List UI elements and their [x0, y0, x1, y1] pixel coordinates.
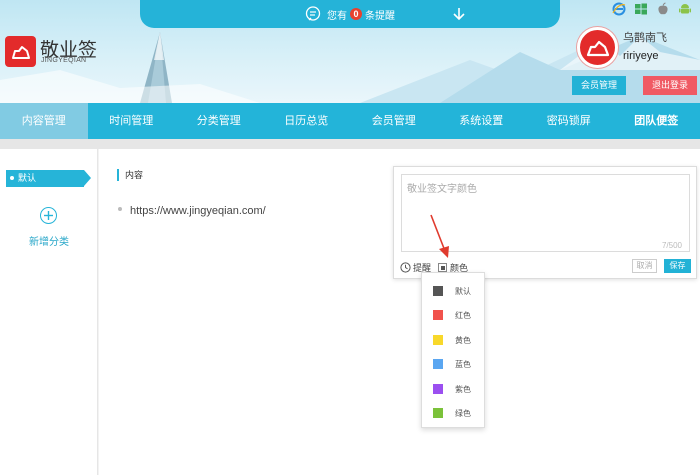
- tab-system-settings[interactable]: 系统设置: [438, 103, 526, 139]
- brand-logo-icon: [11, 45, 30, 59]
- nav-divider: [0, 139, 700, 149]
- list-bullet: [118, 207, 122, 211]
- add-category-link[interactable]: 新增分类: [29, 233, 69, 248]
- avatar-logo-icon: [586, 40, 609, 56]
- avatar[interactable]: [577, 27, 618, 68]
- color-swatch: [433, 286, 443, 296]
- color-square-icon: [438, 263, 447, 272]
- sidebar-item-default[interactable]: 默认: [6, 170, 91, 187]
- annotation-arrow-icon: [430, 214, 449, 258]
- member-management-button[interactable]: 会员管理: [572, 76, 626, 95]
- save-button[interactable]: 保存: [664, 259, 691, 273]
- apple-icon[interactable]: [656, 2, 670, 16]
- list-item[interactable]: https://www.jingyeqian.com/: [130, 205, 266, 217]
- color-option-purple[interactable]: 紫色: [422, 379, 486, 399]
- color-swatch: [433, 408, 443, 418]
- color-swatch: [433, 310, 443, 320]
- tab-calendar-overview[interactable]: 日历总览: [263, 103, 351, 139]
- chat-bubble-icon: [305, 6, 321, 21]
- user-nickname: 乌鹊南飞: [623, 32, 667, 44]
- header: 敬业签 JINGYEQIAN 您有 0 条提醒 乌鹊南飞 ririyeye 会员…: [0, 0, 700, 103]
- clock-icon: [400, 262, 411, 273]
- tab-team-notes[interactable]: 团队便签: [613, 103, 700, 139]
- color-option-default[interactable]: 默认: [422, 281, 486, 301]
- color-option-label: 黄色: [455, 335, 471, 345]
- color-swatch: [433, 384, 443, 394]
- tab-password-lock[interactable]: 密码锁屏: [525, 103, 613, 139]
- color-swatch: [433, 335, 443, 345]
- reminder-notice-bar[interactable]: 您有 0 条提醒: [140, 0, 560, 28]
- notice-suffix: 条提醒: [365, 10, 395, 22]
- color-option-label: 紫色: [455, 384, 471, 394]
- color-option-red[interactable]: 红色: [422, 305, 486, 325]
- notice-prefix: 您有: [327, 10, 347, 22]
- color-option-green[interactable]: 绿色: [422, 403, 486, 423]
- brand-subtitle: JINGYEQIAN: [41, 57, 87, 64]
- ie-icon[interactable]: [612, 2, 626, 16]
- tab-content-management[interactable]: 内容管理: [0, 103, 88, 139]
- char-counter: 7/500: [661, 241, 682, 250]
- color-option-label: 蓝色: [455, 359, 471, 369]
- tab-member-management[interactable]: 会员管理: [350, 103, 438, 139]
- tab-category-management[interactable]: 分类管理: [175, 103, 263, 139]
- brand-logo[interactable]: [5, 36, 36, 67]
- platform-download-links: [612, 2, 692, 16]
- cancel-button[interactable]: 取消: [632, 259, 657, 273]
- reminder-count-badge: 0: [350, 8, 362, 20]
- plus-icon[interactable]: [40, 207, 57, 224]
- tab-time-management[interactable]: 时间管理: [88, 103, 176, 139]
- windows-icon[interactable]: [634, 2, 648, 16]
- user-account: ririyeye: [623, 50, 659, 62]
- category-sidebar: 默认 新增分类: [0, 149, 98, 475]
- arrow-down-icon[interactable]: [450, 5, 468, 23]
- color-option-yellow[interactable]: 黄色: [422, 330, 486, 350]
- color-option-label: 红色: [455, 310, 471, 320]
- color-option-label: 绿色: [455, 408, 471, 418]
- column-header: 内容: [117, 169, 143, 181]
- logout-button[interactable]: 退出登录: [643, 76, 697, 95]
- android-icon[interactable]: [678, 2, 692, 16]
- color-dropdown-menu: 默认 红色 黄色 蓝色 紫色 绿色: [421, 272, 485, 428]
- color-option-blue[interactable]: 蓝色: [422, 354, 486, 374]
- main-nav: 内容管理 时间管理 分类管理 日历总览 会员管理 系统设置 密码锁屏 团队便签: [0, 103, 700, 139]
- color-option-label: 默认: [455, 286, 471, 296]
- color-swatch: [433, 359, 443, 369]
